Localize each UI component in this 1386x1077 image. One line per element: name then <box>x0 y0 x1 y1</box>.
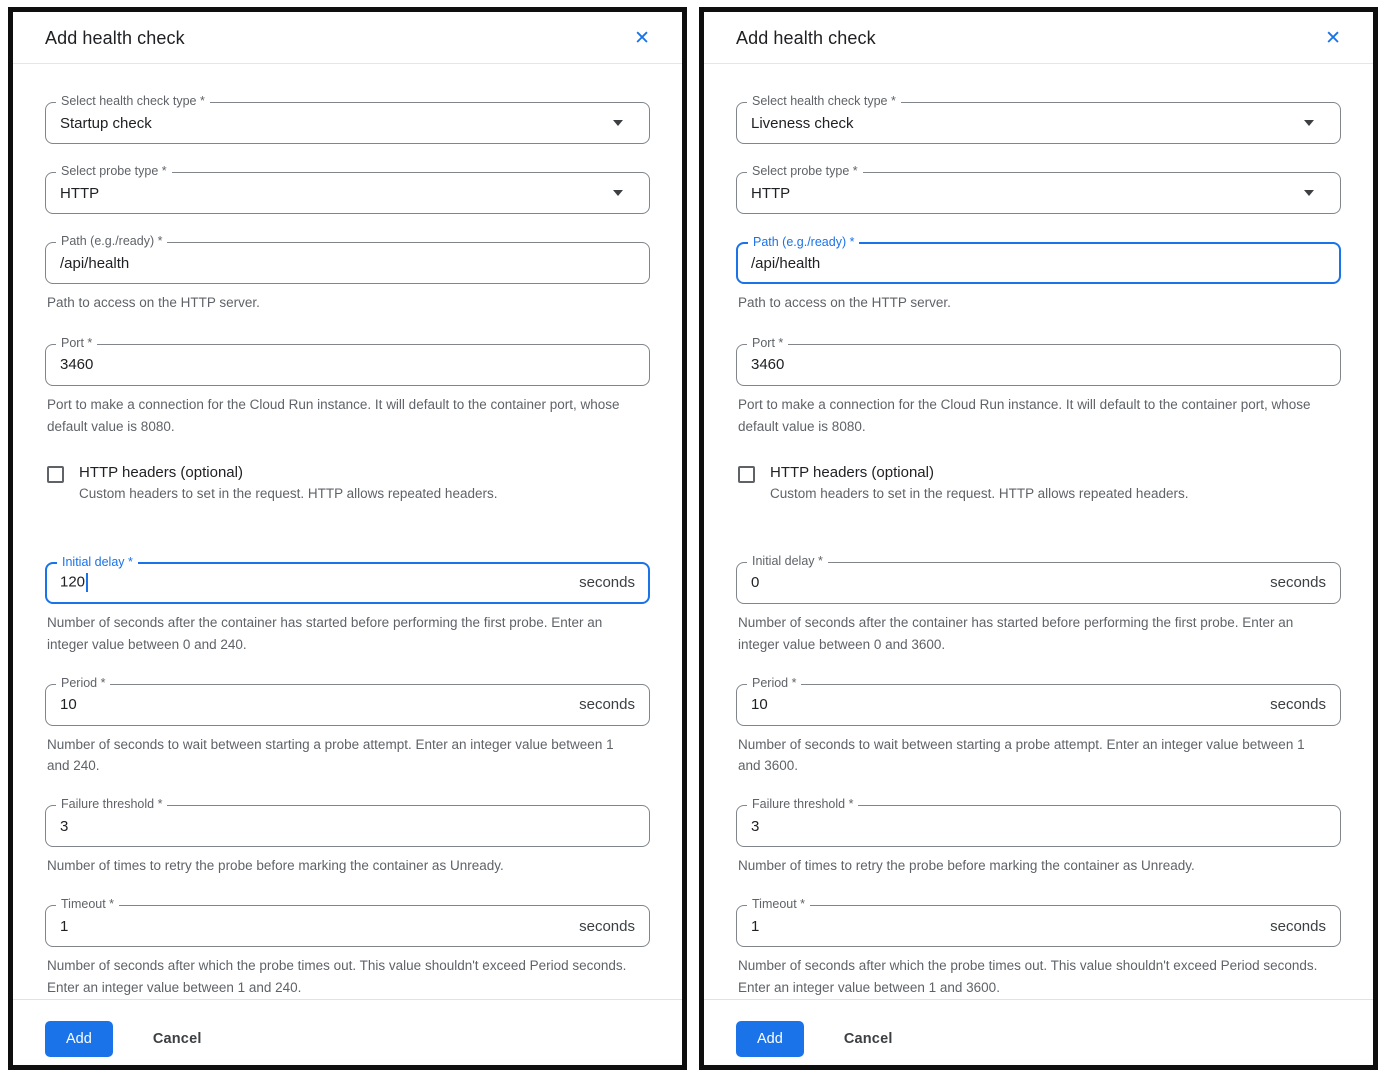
initial-delay-input[interactable]: Initial delay * 0 seconds <box>736 562 1341 604</box>
http-headers-row: HTTP headers (optional) Custom headers t… <box>736 464 1341 504</box>
health-check-type-value: Startup check <box>60 115 613 132</box>
failure-threshold-value: 3 <box>751 818 1326 835</box>
probe-type-value: HTTP <box>60 185 613 202</box>
dialog-title: Add health check <box>45 28 185 49</box>
cancel-button[interactable]: Cancel <box>153 1031 202 1047</box>
dropdown-arrow-icon <box>613 120 623 126</box>
path-helper-text: Path to access on the HTTP server. <box>47 292 639 314</box>
dialog-title: Add health check <box>736 28 876 49</box>
port-helper-text: Port to make a connection for the Cloud … <box>738 394 1330 438</box>
initial-delay-unit: seconds <box>1270 574 1326 591</box>
period-input[interactable]: Period * 10 seconds <box>45 684 650 726</box>
health-check-type-label: Select health check type * <box>747 94 901 108</box>
timeout-input[interactable]: Timeout * 1 seconds <box>45 905 650 947</box>
period-unit: seconds <box>579 696 635 713</box>
timeout-helper-text: Number of seconds after which the probe … <box>47 955 639 999</box>
period-label: Period * <box>747 676 801 690</box>
failure-threshold-helper-text: Number of times to retry the probe befor… <box>738 855 1330 877</box>
timeout-label: Timeout * <box>747 897 810 911</box>
dialog-header: Add health check ✕ <box>13 12 682 64</box>
initial-delay-value: 0 <box>751 574 1270 591</box>
dialog-header: Add health check ✕ <box>704 12 1373 64</box>
http-headers-description: Custom headers to set in the request. HT… <box>79 484 497 504</box>
http-headers-checkbox[interactable] <box>47 466 64 483</box>
port-helper-text: Port to make a connection for the Cloud … <box>47 394 639 438</box>
text-cursor <box>86 573 88 592</box>
close-icon[interactable]: ✕ <box>632 27 652 50</box>
port-input[interactable]: Port * 3460 <box>45 344 650 386</box>
path-label: Path (e.g./ready) * <box>748 235 859 249</box>
cancel-button[interactable]: Cancel <box>844 1031 893 1047</box>
period-value: 10 <box>751 696 1270 713</box>
period-unit: seconds <box>1270 696 1326 713</box>
path-input[interactable]: Path (e.g./ready) * /api/health <box>45 242 650 284</box>
failure-threshold-input[interactable]: Failure threshold * 3 <box>45 805 650 847</box>
probe-type-value: HTTP <box>751 185 1304 202</box>
initial-delay-helper-text: Number of seconds after the container ha… <box>738 612 1330 656</box>
health-check-type-select[interactable]: Select health check type * Startup check <box>45 102 650 144</box>
timeout-value: 1 <box>60 918 579 935</box>
two-dialog-comparison: Add health check ✕ Select health check t… <box>0 0 1386 1077</box>
timeout-value: 1 <box>751 918 1270 935</box>
http-headers-checkbox[interactable] <box>738 466 755 483</box>
add-health-check-dialog-liveness: Add health check ✕ Select health check t… <box>699 7 1378 1070</box>
path-input[interactable]: Path (e.g./ready) * /api/health <box>736 242 1341 284</box>
failure-threshold-value: 3 <box>60 818 635 835</box>
initial-delay-value: 120 <box>60 573 579 592</box>
period-helper-text: Number of seconds to wait between starti… <box>738 734 1330 778</box>
dialog-body: Select health check type * Startup check… <box>13 64 682 999</box>
http-headers-label: HTTP headers (optional) <box>79 464 497 481</box>
dialog-footer: Add Cancel <box>704 999 1373 1070</box>
health-check-type-select[interactable]: Select health check type * Liveness chec… <box>736 102 1341 144</box>
path-value: /api/health <box>60 255 635 272</box>
probe-type-label: Select probe type * <box>56 164 172 178</box>
initial-delay-label: Initial delay * <box>57 555 138 569</box>
dialog-body: Select health check type * Liveness chec… <box>704 64 1373 999</box>
http-headers-row: HTTP headers (optional) Custom headers t… <box>45 464 650 504</box>
timeout-helper-text: Number of seconds after which the probe … <box>738 955 1330 999</box>
add-health-check-dialog-startup: Add health check ✕ Select health check t… <box>8 7 687 1070</box>
initial-delay-input[interactable]: Initial delay * 120 seconds <box>45 562 650 604</box>
dropdown-arrow-icon <box>1304 120 1314 126</box>
timeout-input[interactable]: Timeout * 1 seconds <box>736 905 1341 947</box>
probe-type-label: Select probe type * <box>747 164 863 178</box>
probe-type-select[interactable]: Select probe type * HTTP <box>45 172 650 214</box>
dropdown-arrow-icon <box>613 190 623 196</box>
failure-threshold-helper-text: Number of times to retry the probe befor… <box>47 855 639 877</box>
dropdown-arrow-icon <box>1304 190 1314 196</box>
period-label: Period * <box>56 676 110 690</box>
period-input[interactable]: Period * 10 seconds <box>736 684 1341 726</box>
failure-threshold-input[interactable]: Failure threshold * 3 <box>736 805 1341 847</box>
add-button[interactable]: Add <box>736 1021 804 1057</box>
port-label: Port * <box>747 336 788 350</box>
http-headers-label: HTTP headers (optional) <box>770 464 1188 481</box>
initial-delay-unit: seconds <box>579 574 635 591</box>
add-button[interactable]: Add <box>45 1021 113 1057</box>
failure-threshold-label: Failure threshold * <box>56 797 167 811</box>
health-check-type-value: Liveness check <box>751 115 1304 132</box>
probe-type-select[interactable]: Select probe type * HTTP <box>736 172 1341 214</box>
timeout-unit: seconds <box>579 918 635 935</box>
port-value: 3460 <box>751 356 1326 373</box>
initial-delay-label: Initial delay * <box>747 554 828 568</box>
timeout-label: Timeout * <box>56 897 119 911</box>
period-helper-text: Number of seconds to wait between starti… <box>47 734 639 778</box>
failure-threshold-label: Failure threshold * <box>747 797 858 811</box>
path-label: Path (e.g./ready) * <box>56 234 167 248</box>
path-value: /api/health <box>751 255 1326 272</box>
health-check-type-label: Select health check type * <box>56 94 210 108</box>
period-value: 10 <box>60 696 579 713</box>
port-value: 3460 <box>60 356 635 373</box>
close-icon[interactable]: ✕ <box>1323 27 1343 50</box>
timeout-unit: seconds <box>1270 918 1326 935</box>
port-input[interactable]: Port * 3460 <box>736 344 1341 386</box>
port-label: Port * <box>56 336 97 350</box>
dialog-footer: Add Cancel <box>13 999 682 1070</box>
initial-delay-helper-text: Number of seconds after the container ha… <box>47 612 639 656</box>
http-headers-description: Custom headers to set in the request. HT… <box>770 484 1188 504</box>
path-helper-text: Path to access on the HTTP server. <box>738 292 1330 314</box>
